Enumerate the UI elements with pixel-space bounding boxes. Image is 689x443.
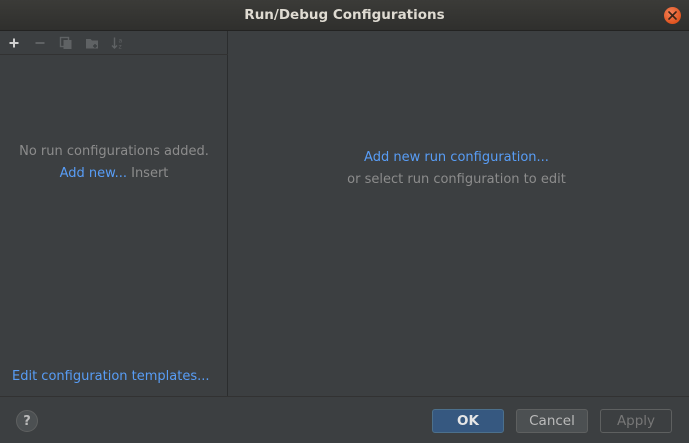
sort-icon: a z: [111, 37, 123, 51]
add-new-shortcut: Insert: [131, 166, 169, 181]
copy-icon: [59, 36, 72, 49]
add-new-run-configuration-link[interactable]: Add new run configuration...: [229, 150, 684, 165]
select-configuration-hint: or select run configuration to edit: [347, 172, 566, 187]
folder-icon: [85, 38, 98, 48]
configurations-panel: a z No run configurations added. Add new…: [0, 31, 228, 396]
empty-configurations-message: No run configurations added.: [19, 144, 209, 159]
help-button[interactable]: ?: [16, 410, 38, 432]
cancel-button[interactable]: Cancel: [516, 409, 588, 433]
remove-configuration-button[interactable]: [32, 35, 48, 51]
remove-icon: [35, 42, 45, 44]
add-new-line: Add new... Insert: [0, 166, 228, 181]
edit-configuration-templates-link[interactable]: Edit configuration templates...: [12, 369, 210, 384]
sort-configurations-button[interactable]: a z: [110, 35, 126, 51]
svg-text:z: z: [119, 44, 122, 51]
add-icon: [9, 38, 19, 48]
close-icon: [668, 11, 677, 20]
apply-button[interactable]: Apply: [600, 409, 672, 433]
dialog-button-bar: ? OK Cancel Apply: [0, 396, 689, 443]
title-bar: Run/Debug Configurations: [0, 0, 689, 31]
ok-button[interactable]: OK: [432, 409, 504, 433]
configuration-details-panel: Add new run configuration... or select r…: [229, 31, 689, 396]
add-new-link[interactable]: Add new...: [60, 166, 127, 181]
copy-configuration-button[interactable]: [58, 35, 74, 51]
close-button[interactable]: [664, 7, 681, 24]
add-configuration-button[interactable]: [6, 35, 22, 51]
configurations-toolbar: a z: [0, 31, 228, 55]
move-to-folder-button[interactable]: [84, 35, 100, 51]
window-title: Run/Debug Configurations: [244, 7, 445, 23]
